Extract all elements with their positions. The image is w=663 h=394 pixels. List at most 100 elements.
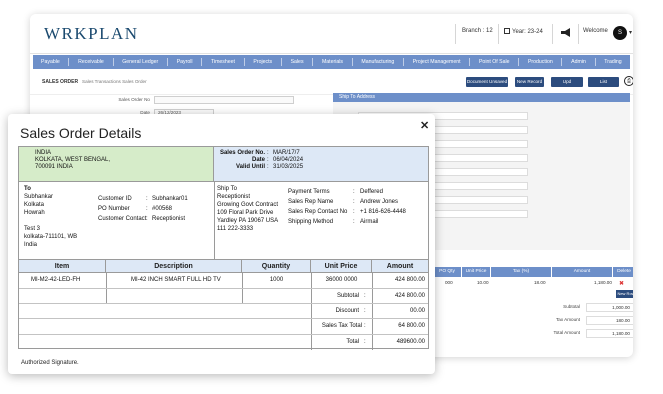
user-avatar[interactable]: S	[613, 26, 627, 40]
nav-divider	[312, 58, 314, 66]
breadcrumb[interactable]: Sales Transactions Sales Order	[82, 79, 147, 84]
header-divider	[498, 24, 499, 44]
calendar-icon	[504, 28, 510, 34]
list-button[interactable]: List	[588, 77, 619, 87]
nav-divider	[201, 58, 203, 66]
bill-address-line: INDIA	[35, 150, 52, 156]
discount-value: 00.00	[409, 308, 425, 314]
document-unsaved-badge: Document Unsaved	[466, 77, 508, 87]
sales-rep-contact-value: +1 816-626-4448	[360, 209, 406, 215]
year-label: Year: 23-24	[512, 29, 543, 35]
nav-item-timesheet[interactable]: Timesheet	[211, 59, 235, 65]
delete-row-icon[interactable]: ✖	[619, 280, 624, 287]
grid-cell-unit-price[interactable]: 10.00	[477, 280, 489, 285]
sales-order-no-label: Sales Order No	[118, 97, 150, 102]
megaphone-icon[interactable]	[560, 28, 572, 37]
header-divider	[578, 24, 579, 44]
bill-address-line: KOLKATA, WEST BENGAL,	[35, 157, 111, 163]
total-label: Total	[346, 339, 359, 345]
new-record-button[interactable]: New Record	[515, 77, 544, 87]
grid-cell-tax[interactable]: 18.00	[534, 280, 546, 285]
col-header-item: Item	[19, 260, 106, 273]
row-divider	[19, 334, 428, 335]
to-line: Test 3	[24, 226, 41, 232]
year-selector[interactable]: Year: 23-24	[504, 28, 543, 35]
ship-to-address-panel-header: Ship To Address	[333, 93, 630, 102]
colon: :	[364, 339, 366, 345]
new-row-button[interactable]: New Row	[616, 290, 633, 298]
nav-item-materials[interactable]: Materials	[322, 59, 343, 65]
item-quantity: 1000	[269, 277, 284, 283]
nav-item-admin[interactable]: Admin	[571, 59, 586, 65]
close-icon[interactable]: ✕	[420, 119, 429, 132]
item-amount: 424 800.00	[394, 277, 425, 283]
nav-divider	[167, 58, 168, 66]
col-header-amount: Amount	[372, 260, 428, 273]
nav-item-project-management[interactable]: Project Management	[413, 59, 461, 65]
colon: :	[353, 199, 355, 205]
shipping-method-value: Airmail	[360, 219, 379, 225]
valid-until-value: 31/03/2025	[273, 164, 304, 170]
colon: :	[353, 219, 355, 225]
nav-item-projects[interactable]: Projects	[253, 59, 272, 65]
nav-item-general-ledger[interactable]: General Ledger	[122, 59, 158, 65]
colon: :	[353, 189, 355, 195]
discount-label: Discount	[335, 308, 359, 314]
customer-id-value: Subhankar01	[152, 196, 188, 202]
nav-item-receivable[interactable]: Receivable	[78, 59, 104, 65]
grid-header-tax: Tax (%)	[491, 267, 551, 277]
po-number-value: #00568	[152, 206, 173, 212]
to-line: Subhankar	[24, 194, 54, 200]
subtotal-value: 424 800.00	[394, 293, 425, 299]
update-button[interactable]: Upd	[551, 77, 583, 87]
order-date-label: Date	[251, 157, 265, 163]
grid-header-delete: Delete	[613, 267, 633, 277]
sales-rep-name-value: Andrew Jones	[360, 199, 399, 205]
nav-divider	[112, 58, 114, 66]
item-description: MI-42 INCH SMART FULL HD TV	[131, 277, 221, 283]
to-line: Howrah	[24, 210, 45, 216]
nav-divider	[402, 58, 404, 66]
grid-header-unit-price: Unit Price	[462, 267, 490, 277]
sales-order-no-input[interactable]	[154, 96, 294, 104]
nav-item-trading[interactable]: Trading	[604, 59, 621, 65]
ship-to-heading: Ship To	[217, 186, 237, 192]
branch-selector[interactable]: Branch : 12	[462, 28, 493, 34]
colon: :	[146, 206, 148, 212]
summary-label: Subtotal	[563, 304, 580, 309]
app-header: WRKPLAN Branch : 12 Year: 23-24 Welcome …	[30, 14, 633, 54]
nav-divider	[68, 58, 70, 66]
order-meta-block: Sales Order No. : MAR/17/7 Date : 06/04/…	[214, 147, 428, 182]
chevron-down-icon[interactable]: ▾	[629, 29, 632, 36]
grid-cell-qty[interactable]: 000	[445, 280, 453, 285]
ship-to-line: 111 222-3333	[217, 226, 254, 232]
screen: WRKPLAN Branch : 12 Year: 23-24 Welcome …	[0, 0, 663, 394]
nav-item-manufacturing[interactable]: Manufacturing	[361, 59, 394, 65]
nav-item-point-of-sale[interactable]: Point Of Sale	[479, 59, 510, 65]
ship-to-line: 109 Floral Park Drive	[217, 210, 274, 216]
payment-terms-label: Payment Terms	[288, 189, 330, 195]
grid-header-amount: Amount	[552, 267, 612, 277]
customer-id-label: Customer ID	[98, 196, 132, 202]
row-divider	[19, 288, 428, 289]
sales-tax-value: 64 800.00	[398, 323, 425, 329]
nav-item-payable[interactable]: Payable	[41, 59, 60, 65]
valid-until-label: Valid Until	[235, 164, 265, 170]
nav-item-sales[interactable]: Sales	[291, 59, 304, 65]
sales-order-document: INDIA KOLKATA, WEST BENGAL, 700091 INDIA…	[18, 146, 429, 350]
grid-cell-amount: 1,180.00	[594, 280, 612, 285]
nav-divider	[561, 58, 563, 66]
col-header-description: Description	[106, 260, 242, 273]
col-header-quantity: Quantity	[242, 260, 311, 273]
shipping-method-label: Shipping Method	[288, 219, 334, 225]
summary-value: 180.00	[586, 316, 633, 325]
nav-item-payroll[interactable]: Payroll	[177, 59, 193, 65]
sales-order-details-modal: Sales Order Details ✕ INDIA KOLKATA, WES…	[8, 114, 435, 374]
nav-divider	[518, 58, 520, 66]
print-icon[interactable]: ⎙	[624, 76, 633, 86]
page-title: SALES ORDER	[42, 79, 79, 85]
item-code: MI-M2-42-LED-FH	[31, 277, 81, 283]
nav-item-production[interactable]: Production	[528, 59, 553, 65]
nav-divider	[469, 58, 471, 66]
customer-info-section: To Subhankar Kolkata Howrah Test 3 kolka…	[19, 182, 428, 260]
